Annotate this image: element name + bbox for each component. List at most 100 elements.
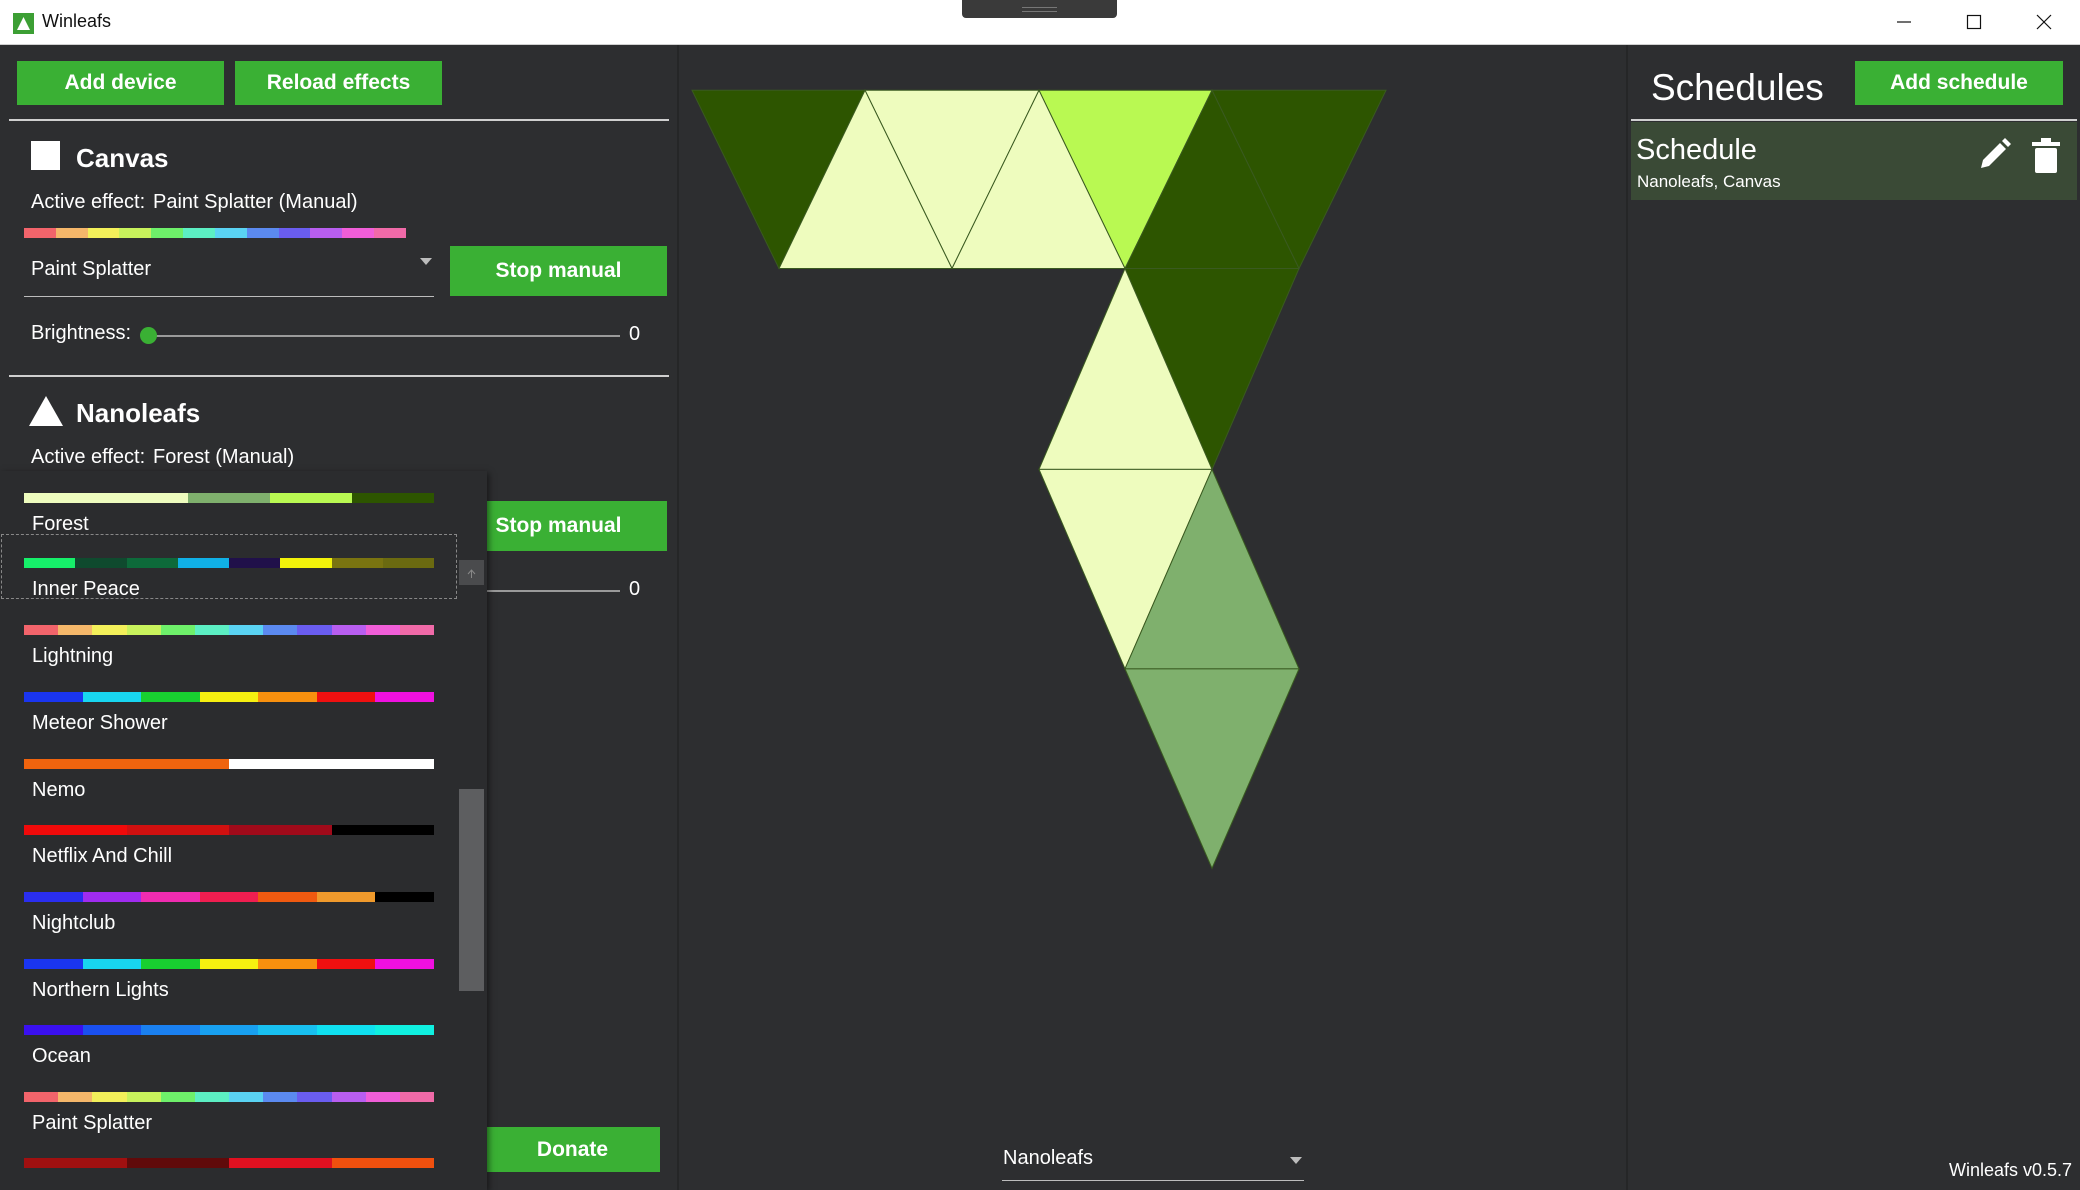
palette-swatch: [141, 692, 200, 702]
palette-swatch: [24, 759, 127, 769]
effect-palette: [24, 558, 434, 568]
slider-track: [144, 335, 620, 337]
palette-swatch: [310, 228, 343, 238]
drag-handle[interactable]: [962, 0, 1117, 18]
effect-option[interactable]: Netflix And Chill: [0, 800, 458, 867]
layout-device-select[interactable]: Nanoleafs: [1002, 1147, 1304, 1181]
effect-option[interactable]: Nemo: [0, 734, 458, 801]
donate-button[interactable]: Donate: [485, 1127, 660, 1172]
active-effect-value: Forest (Manual): [153, 446, 295, 468]
brightness-slider[interactable]: [485, 578, 620, 602]
palette-swatch: [141, 959, 200, 969]
palette-swatch: [55, 228, 88, 238]
effect-option[interactable]: Paint Splatter: [0, 1067, 458, 1134]
effect-name: Lightning: [32, 645, 114, 667]
effect-palette: [24, 825, 434, 835]
maximize-button[interactable]: [1939, 0, 2009, 44]
effect-option[interactable]: Northern Lights: [0, 934, 458, 1001]
divider: [9, 119, 669, 121]
effect-palette: [24, 625, 435, 635]
palette-swatch: [24, 493, 106, 503]
effect-name: Inner Peace: [32, 578, 140, 600]
dropdown-underline: [24, 296, 434, 297]
selected-effect: Paint Splatter: [31, 258, 152, 280]
palette-swatch: [141, 892, 200, 902]
schedules-title: Schedules: [1651, 67, 1824, 108]
palette-swatch: [24, 625, 59, 635]
device-name: Canvas: [76, 143, 169, 173]
effects-dropdown-list[interactable]: Forest Inner Peace Lightning Meteor Shower N…: [0, 471, 487, 1190]
palette-swatch: [82, 692, 142, 702]
palette-swatch: [24, 1158, 127, 1168]
effect-option[interactable]: [0, 1133, 458, 1190]
palette-swatch: [177, 558, 229, 568]
add-schedule-button[interactable]: Add schedule: [1855, 61, 2063, 105]
palette-swatch: [126, 1158, 229, 1168]
palette-swatch: [92, 1092, 127, 1102]
effect-name: Meteor Shower: [32, 712, 168, 734]
palette-swatch: [365, 625, 400, 635]
effect-name: Paint Splatter: [32, 1112, 153, 1134]
palette-swatch: [280, 558, 332, 568]
effect-dropdown[interactable]: Paint Splatter: [24, 228, 434, 298]
palette-swatch: [399, 1092, 435, 1102]
effect-palette: [24, 892, 435, 902]
effect-palette: [24, 1158, 434, 1168]
palette-swatch: [331, 625, 366, 635]
palette-swatch: [297, 1092, 332, 1102]
palette-swatch: [24, 959, 83, 969]
stop-manual-button[interactable]: Stop manual: [450, 246, 667, 296]
palette-swatch: [297, 625, 332, 635]
effect-option[interactable]: Forest: [0, 471, 458, 535]
scroll-up-button[interactable]: [459, 560, 484, 585]
palette-swatch: [126, 558, 178, 568]
palette-swatch: [82, 1025, 142, 1035]
palette-swatch: [188, 493, 270, 503]
palette-swatch: [375, 692, 435, 702]
palette-swatch: [24, 692, 83, 702]
close-button[interactable]: [2009, 0, 2079, 44]
effect-option[interactable]: Inner Peace: [0, 533, 458, 600]
effect-option[interactable]: Ocean: [0, 1000, 458, 1067]
palette-swatch: [382, 558, 434, 568]
palette-swatch: [82, 892, 142, 902]
palette-swatch: [258, 959, 317, 969]
brightness-value: 0: [629, 578, 641, 600]
effect-palette: [24, 1025, 435, 1035]
palette-swatch: [58, 625, 93, 635]
palette-swatch: [246, 228, 279, 238]
effect-option[interactable]: Lightning: [0, 600, 458, 667]
effect-option[interactable]: Nightclub: [0, 867, 458, 934]
palette-swatch: [365, 1092, 400, 1102]
palette-swatch: [263, 1092, 298, 1102]
effect-option[interactable]: Meteor Shower: [0, 667, 458, 734]
effect-name: Nightclub: [32, 912, 116, 934]
chevron-down-icon: [420, 258, 432, 265]
divider: [1631, 119, 2077, 121]
minimize-button[interactable]: [1869, 0, 1939, 44]
window-titlebar: Winleafs: [0, 0, 2080, 45]
scrollbar-thumb[interactable]: [459, 789, 484, 991]
palette-swatch: [352, 493, 434, 503]
palette-swatch: [126, 825, 229, 835]
active-effect-label: Active effect:: [31, 446, 146, 468]
panel-layout-canvas[interactable]: [679, 45, 1627, 1145]
effect-palette: [24, 493, 434, 503]
palette-swatch: [399, 625, 435, 635]
add-device-button[interactable]: Add device: [17, 61, 224, 105]
edit-pencil-icon[interactable]: [1977, 138, 2011, 172]
brightness-slider[interactable]: [140, 323, 620, 347]
delete-trash-icon[interactable]: [2032, 138, 2060, 174]
nanoleaf-panel[interactable]: [1124, 668, 1300, 870]
schedule-name: Schedule: [1636, 134, 1757, 166]
brightness-value: 0: [629, 323, 641, 345]
palette-swatch: [58, 1092, 93, 1102]
effect-palette: [24, 228, 406, 238]
reload-effects-button[interactable]: Reload effects: [235, 61, 442, 105]
palette-swatch: [214, 228, 247, 238]
palette-swatch: [229, 759, 332, 769]
slider-thumb[interactable]: [140, 327, 157, 344]
palette-swatch: [126, 625, 161, 635]
palette-swatch: [92, 625, 127, 635]
palette-swatch: [342, 228, 375, 238]
